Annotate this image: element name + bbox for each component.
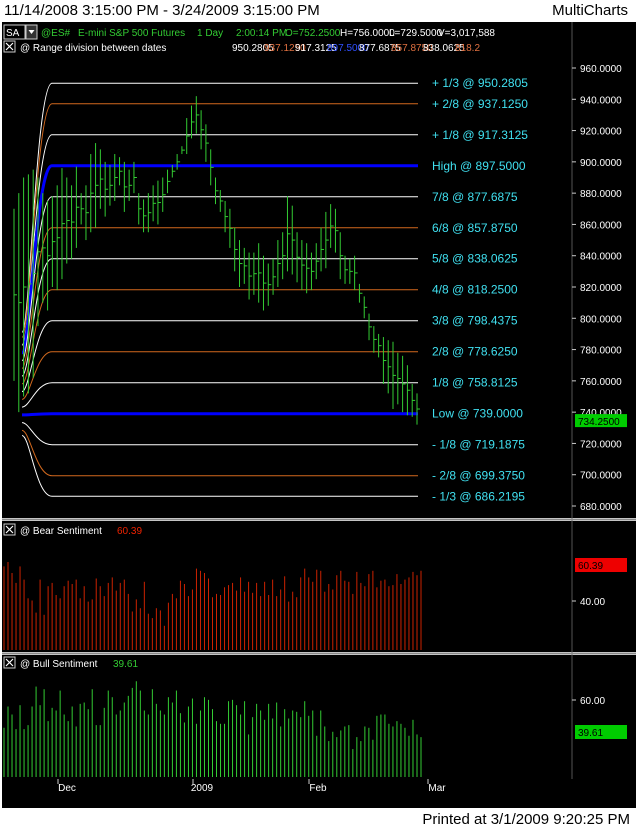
level-label: High @ 897.5000 bbox=[432, 159, 526, 173]
chart-area[interactable]: SA @ES# E-mini S&P 500 Futures 1 Day 2:0… bbox=[0, 22, 640, 808]
level-label: 4/8 @ 818.2500 bbox=[432, 283, 518, 297]
title-bar: 11/14/2008 3:15:00 PM - 3/24/2009 3:15:0… bbox=[0, 0, 640, 22]
study-value: 818.2 bbox=[455, 43, 480, 54]
sa-dropdown[interactable]: SA bbox=[3, 24, 38, 40]
y-tick-label: 680.0000 bbox=[580, 502, 622, 513]
footer: Printed at 3/1/2009 9:20:25 PM bbox=[0, 808, 640, 830]
y-tick-label: 860.0000 bbox=[580, 220, 622, 231]
quote-time: 2:00:14 PM bbox=[236, 28, 287, 39]
bear-value-marker: 60.39 bbox=[575, 558, 627, 572]
level-label: Low @ 739.0000 bbox=[432, 407, 523, 421]
bear-header-value: 60.39 bbox=[117, 526, 142, 537]
bull-title: @ Bull Sentiment bbox=[20, 659, 98, 670]
bear-value-label: 60.39 bbox=[578, 561, 603, 572]
level-label: + 2/8 @ 937.1250 bbox=[432, 97, 528, 111]
y-tick-label: 940.0000 bbox=[580, 95, 622, 106]
x-tick-label: Feb bbox=[309, 783, 327, 794]
last-price-label: 734.2500 bbox=[578, 417, 620, 428]
bull-axis-tick: 60.00 bbox=[580, 696, 605, 707]
bull-panel[interactable] bbox=[2, 655, 636, 779]
date-range: 11/14/2008 3:15:00 PM - 3/24/2009 3:15:0… bbox=[4, 2, 320, 19]
bear-title: @ Bear Sentiment bbox=[20, 526, 102, 537]
level-label: + 1/8 @ 917.3125 bbox=[432, 128, 528, 142]
y-tick-label: 800.0000 bbox=[580, 314, 622, 325]
level-label: - 1/3 @ 686.2195 bbox=[432, 489, 525, 503]
y-tick-label: 920.0000 bbox=[580, 127, 622, 138]
bear-panel[interactable] bbox=[2, 521, 636, 652]
bull-close-button[interactable] bbox=[3, 656, 16, 669]
y-tick-label: 720.0000 bbox=[580, 439, 622, 450]
level-label: 3/8 @ 798.4375 bbox=[432, 314, 518, 328]
last-price-marker: 734.2500 bbox=[575, 414, 627, 428]
level-label: 1/8 @ 758.8125 bbox=[432, 376, 518, 390]
level-label: - 2/8 @ 699.3750 bbox=[432, 469, 525, 483]
bull-value-marker: 39.61 bbox=[575, 725, 627, 739]
printed-timestamp: Printed at 3/1/2009 9:20:25 PM bbox=[422, 811, 630, 828]
symbol: @ES# bbox=[41, 28, 70, 39]
level-label: 5/8 @ 838.0625 bbox=[432, 252, 518, 266]
x-tick-label: Dec bbox=[58, 783, 76, 794]
sa-label: SA bbox=[6, 28, 20, 39]
y-tick-label: 900.0000 bbox=[580, 158, 622, 169]
level-label: + 1/3 @ 950.2805 bbox=[432, 76, 528, 90]
y-tick-label: 960.0000 bbox=[580, 64, 622, 75]
y-tick-label: 820.0000 bbox=[580, 283, 622, 294]
bear-axis-tick: 40.00 bbox=[580, 597, 605, 608]
x-tick-label: 2009 bbox=[191, 783, 214, 794]
symbol-description: E-mini S&P 500 Futures bbox=[78, 28, 185, 39]
level-line bbox=[21, 412, 418, 417]
low-value: L=729.5000 bbox=[389, 28, 443, 39]
y-tick-label: 760.0000 bbox=[580, 377, 622, 388]
interval: 1 Day bbox=[197, 28, 223, 39]
y-tick-label: 880.0000 bbox=[580, 189, 622, 200]
bull-value-label: 39.61 bbox=[578, 728, 603, 739]
y-tick-label: 780.0000 bbox=[580, 346, 622, 357]
bear-close-button[interactable] bbox=[3, 523, 16, 536]
study-name: @ Range division between dates bbox=[20, 43, 166, 54]
open-value: O=752.2500 bbox=[285, 28, 341, 39]
bull-header-value: 39.61 bbox=[113, 659, 138, 670]
x-tick-label: Mar bbox=[428, 783, 446, 794]
high-value: H=756.0000 bbox=[340, 28, 395, 39]
app-name: MultiCharts bbox=[552, 2, 628, 19]
level-label: - 1/8 @ 719.1875 bbox=[432, 438, 525, 452]
level-label: 6/8 @ 857.8750 bbox=[432, 221, 518, 235]
level-label: 7/8 @ 877.6875 bbox=[432, 190, 518, 204]
level-label: 2/8 @ 778.6250 bbox=[432, 345, 518, 359]
volume-value: V=3,017,588 bbox=[438, 28, 495, 39]
y-tick-label: 700.0000 bbox=[580, 471, 622, 482]
y-tick-label: 840.0000 bbox=[580, 252, 622, 263]
study-close-button[interactable] bbox=[3, 40, 16, 53]
